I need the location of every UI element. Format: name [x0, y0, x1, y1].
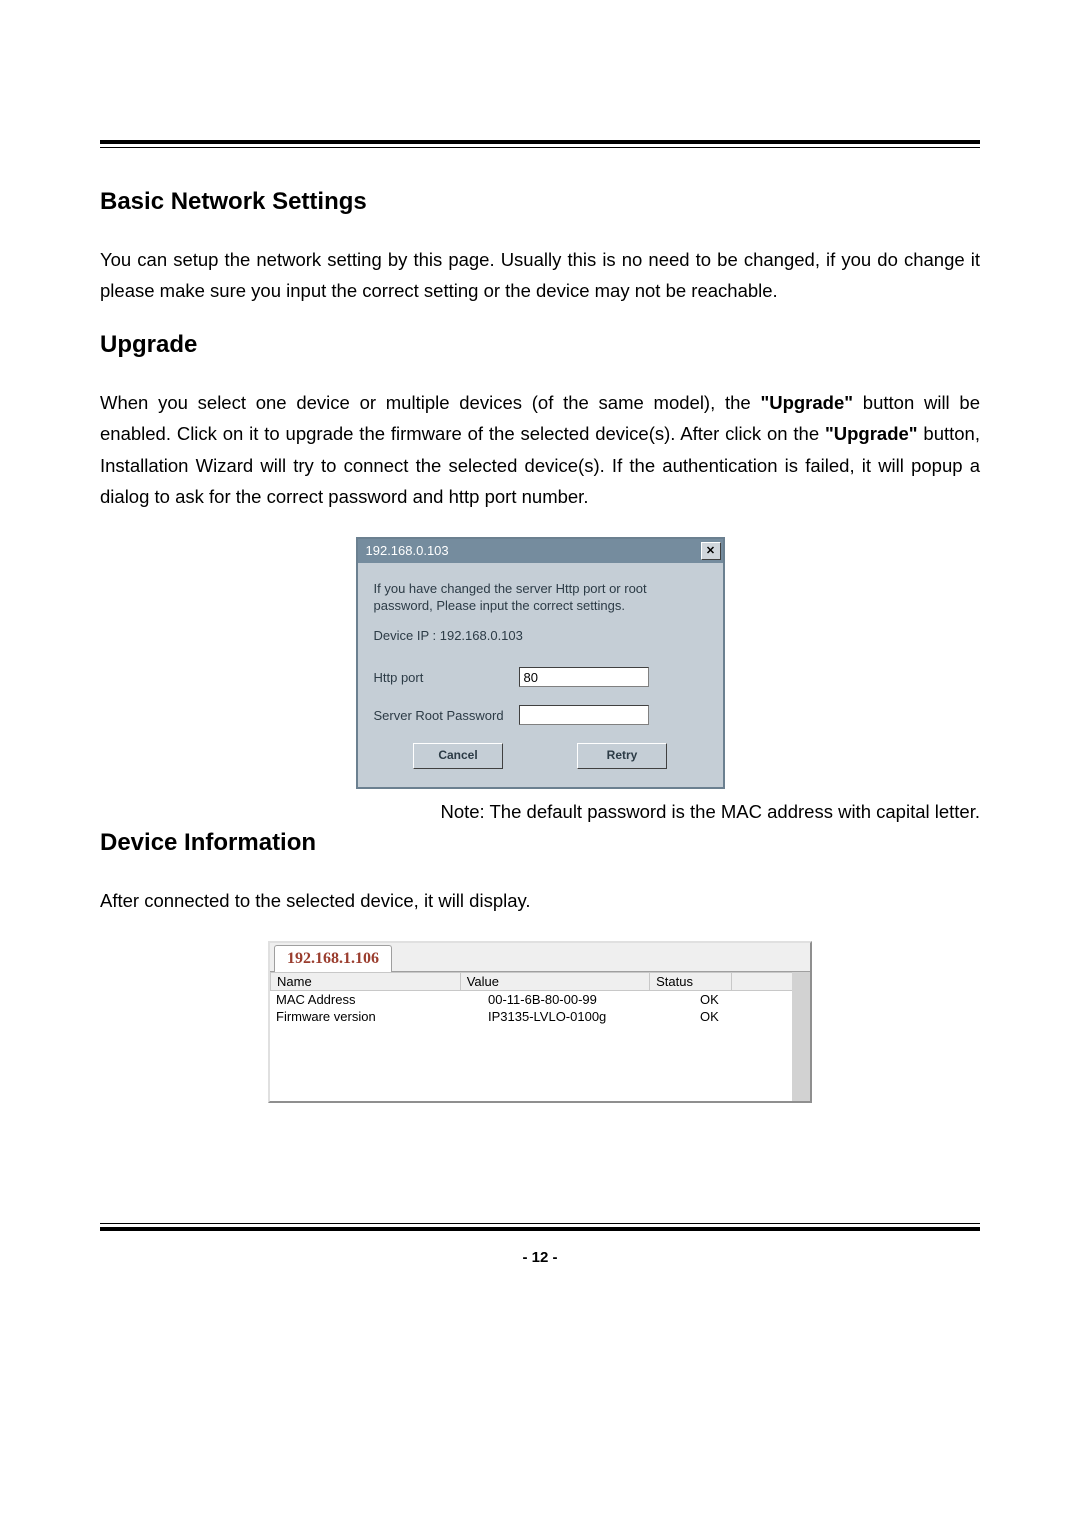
document-page: Basic Network Settings You can setup the… — [0, 0, 1080, 1326]
password-input[interactable] — [519, 705, 649, 725]
page-number: - 12 - — [100, 1249, 980, 1266]
cell-name: MAC Address — [270, 991, 482, 1008]
text-bold-upgrade-2: "Upgrade" — [825, 423, 918, 444]
table-body-area: MAC Address 00-11-6B-80-00-99 OK Firmwar… — [270, 991, 792, 1101]
cell-status: OK — [694, 1008, 780, 1025]
dialog-message: If you have changed the server Http port… — [374, 581, 707, 615]
dialog-titlebar: 192.168.0.103 ✕ — [358, 539, 723, 563]
device-info-screenshot: 192.168.1.106 Name Value Status — [100, 941, 980, 1103]
password-row: Server Root Password — [374, 705, 707, 725]
heading-device-info: Device Information — [100, 829, 980, 857]
text-bold-upgrade-1: "Upgrade" — [760, 392, 853, 413]
dialog-screenshot: 192.168.0.103 ✕ If you have changed the … — [100, 537, 980, 790]
paragraph-basic-network: You can setup the network setting by thi… — [100, 244, 980, 307]
dialog-device-ip: Device IP : 192.168.0.103 — [374, 628, 707, 643]
auth-dialog: 192.168.0.103 ✕ If you have changed the … — [356, 537, 725, 790]
cell-name: Firmware version — [270, 1008, 482, 1025]
http-port-label: Http port — [374, 670, 519, 685]
device-info-table: Name Value Status — [270, 972, 792, 991]
cell-value: 00-11-6B-80-00-99 — [482, 991, 694, 1008]
col-header-status[interactable]: Status — [650, 972, 732, 990]
heading-basic-network: Basic Network Settings — [100, 188, 980, 216]
table-scroll-area: Name Value Status MAC Address 00-11-6B-8… — [270, 972, 810, 1101]
paragraph-upgrade: When you select one device or multiple d… — [100, 387, 980, 513]
device-info-table-body: MAC Address 00-11-6B-80-00-99 OK Firmwar… — [270, 991, 792, 1025]
dialog-body: If you have changed the server Http port… — [358, 563, 723, 788]
retry-button[interactable]: Retry — [577, 743, 667, 769]
close-icon[interactable]: ✕ — [701, 542, 721, 560]
col-header-spacer — [731, 972, 792, 990]
dialog-button-row: Cancel Retry — [374, 743, 707, 769]
password-label: Server Root Password — [374, 708, 519, 723]
note-text: Note: The default password is the MAC ad… — [100, 801, 980, 823]
tab-row: 192.168.1.106 — [270, 943, 810, 972]
bottom-horizontal-rule — [100, 1223, 980, 1231]
http-port-input[interactable] — [519, 667, 649, 687]
top-horizontal-rule — [100, 140, 980, 148]
col-header-name[interactable]: Name — [271, 972, 461, 990]
cell-value: IP3135-LVLO-0100g — [482, 1008, 694, 1025]
tab-device-ip[interactable]: 192.168.1.106 — [274, 945, 392, 972]
paragraph-device-info: After connected to the selected device, … — [100, 885, 980, 916]
device-info-panel: 192.168.1.106 Name Value Status — [268, 941, 812, 1103]
table-header-row: Name Value Status — [271, 972, 793, 990]
cell-status: OK — [694, 991, 780, 1008]
cancel-button[interactable]: Cancel — [413, 743, 503, 769]
http-port-row: Http port — [374, 667, 707, 687]
col-header-value[interactable]: Value — [460, 972, 649, 990]
text-segment: When you select one device or multiple d… — [100, 392, 760, 413]
cell-spacer — [780, 991, 792, 1008]
heading-upgrade: Upgrade — [100, 331, 980, 359]
table-row: Firmware version IP3135-LVLO-0100g OK — [270, 1008, 792, 1025]
table-row: MAC Address 00-11-6B-80-00-99 OK — [270, 991, 792, 1008]
cell-spacer — [780, 1008, 792, 1025]
dialog-title: 192.168.0.103 — [366, 543, 449, 558]
